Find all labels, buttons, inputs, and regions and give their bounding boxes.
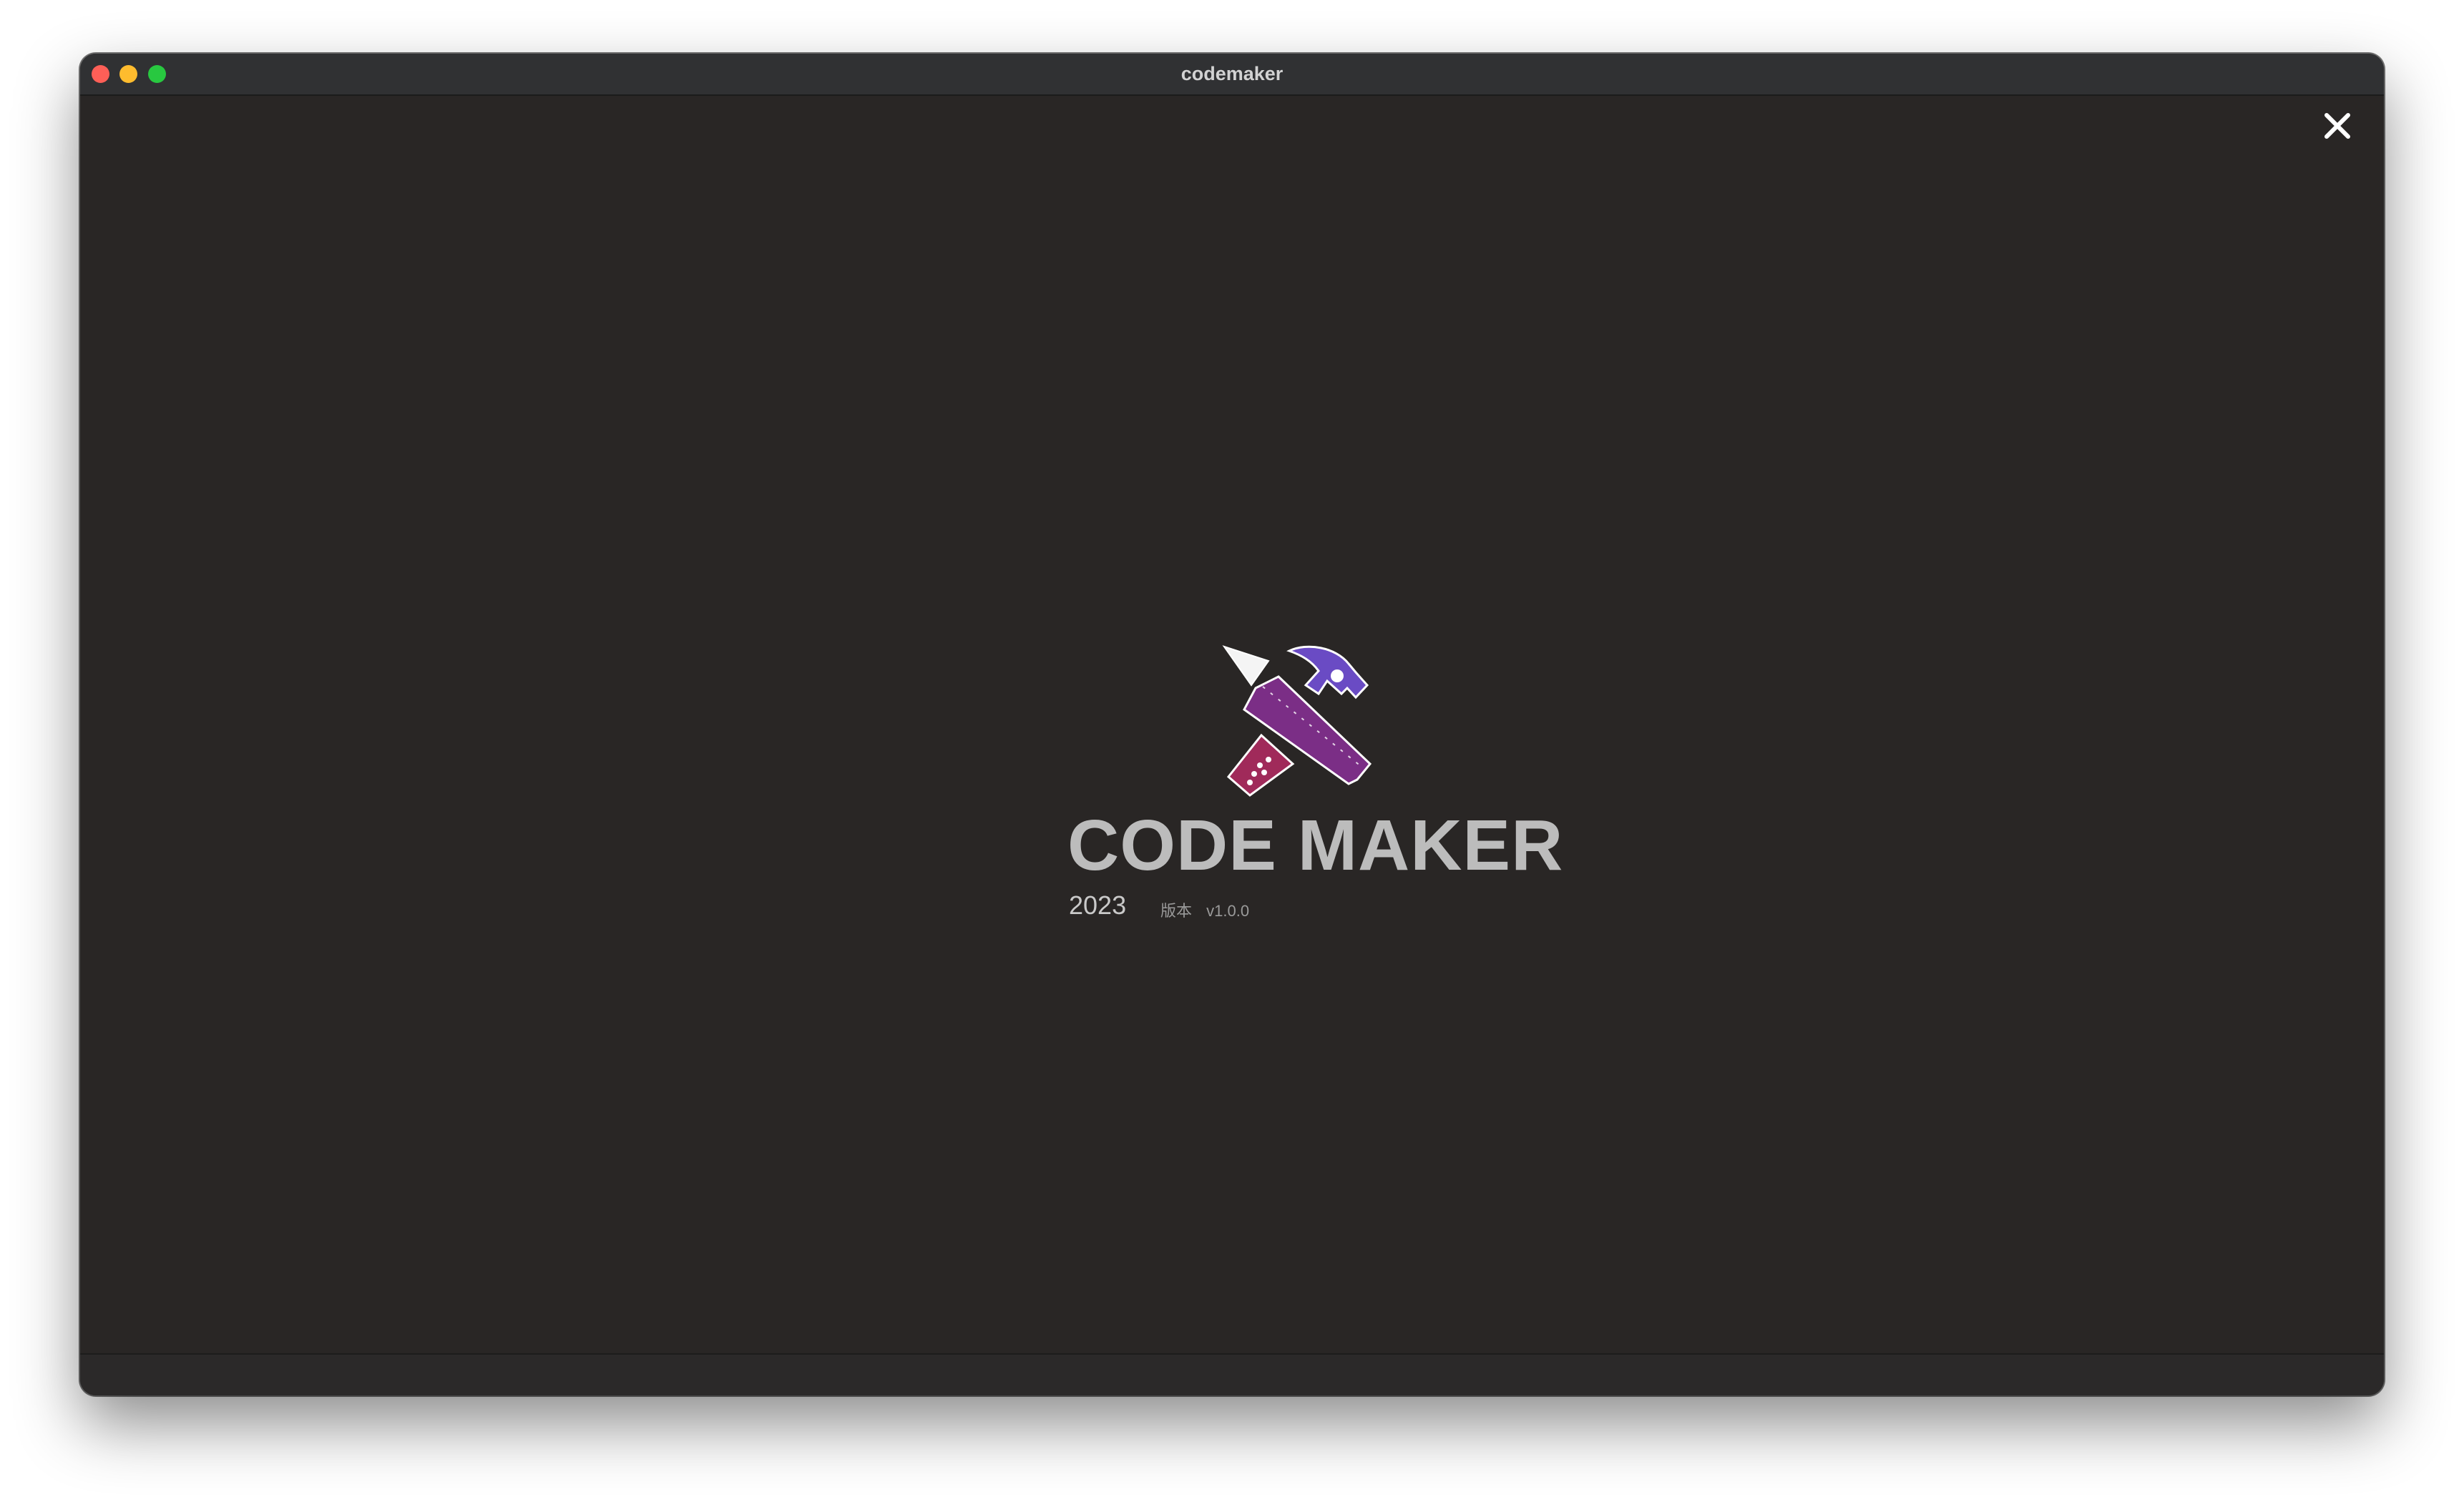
title-bar[interactable]: codemaker <box>80 54 2384 96</box>
pencil-tip-icon <box>1222 645 1270 687</box>
version-info: 版本 v1.0.0 <box>1160 898 1249 921</box>
release-year: 2023 <box>1069 890 1127 920</box>
close-icon[interactable] <box>2321 109 2354 142</box>
ruler-end-icon <box>1226 733 1295 797</box>
app-window: codemaker CODE MAKER 2023 版本 v1.0.0 <box>80 54 2384 1395</box>
window-title: codemaker <box>1180 63 1284 84</box>
hammer-icon <box>1286 645 1369 700</box>
pencil-ruler-hammer-logo <box>1221 644 1393 797</box>
splash-content: CODE MAKER 2023 版本 v1.0.0 <box>989 590 1563 933</box>
version-number: v1.0.0 <box>1206 902 1250 920</box>
version-label: 版本 <box>1160 902 1193 920</box>
app-name: CODE MAKER <box>1067 805 1564 885</box>
status-bar <box>80 1353 2384 1395</box>
